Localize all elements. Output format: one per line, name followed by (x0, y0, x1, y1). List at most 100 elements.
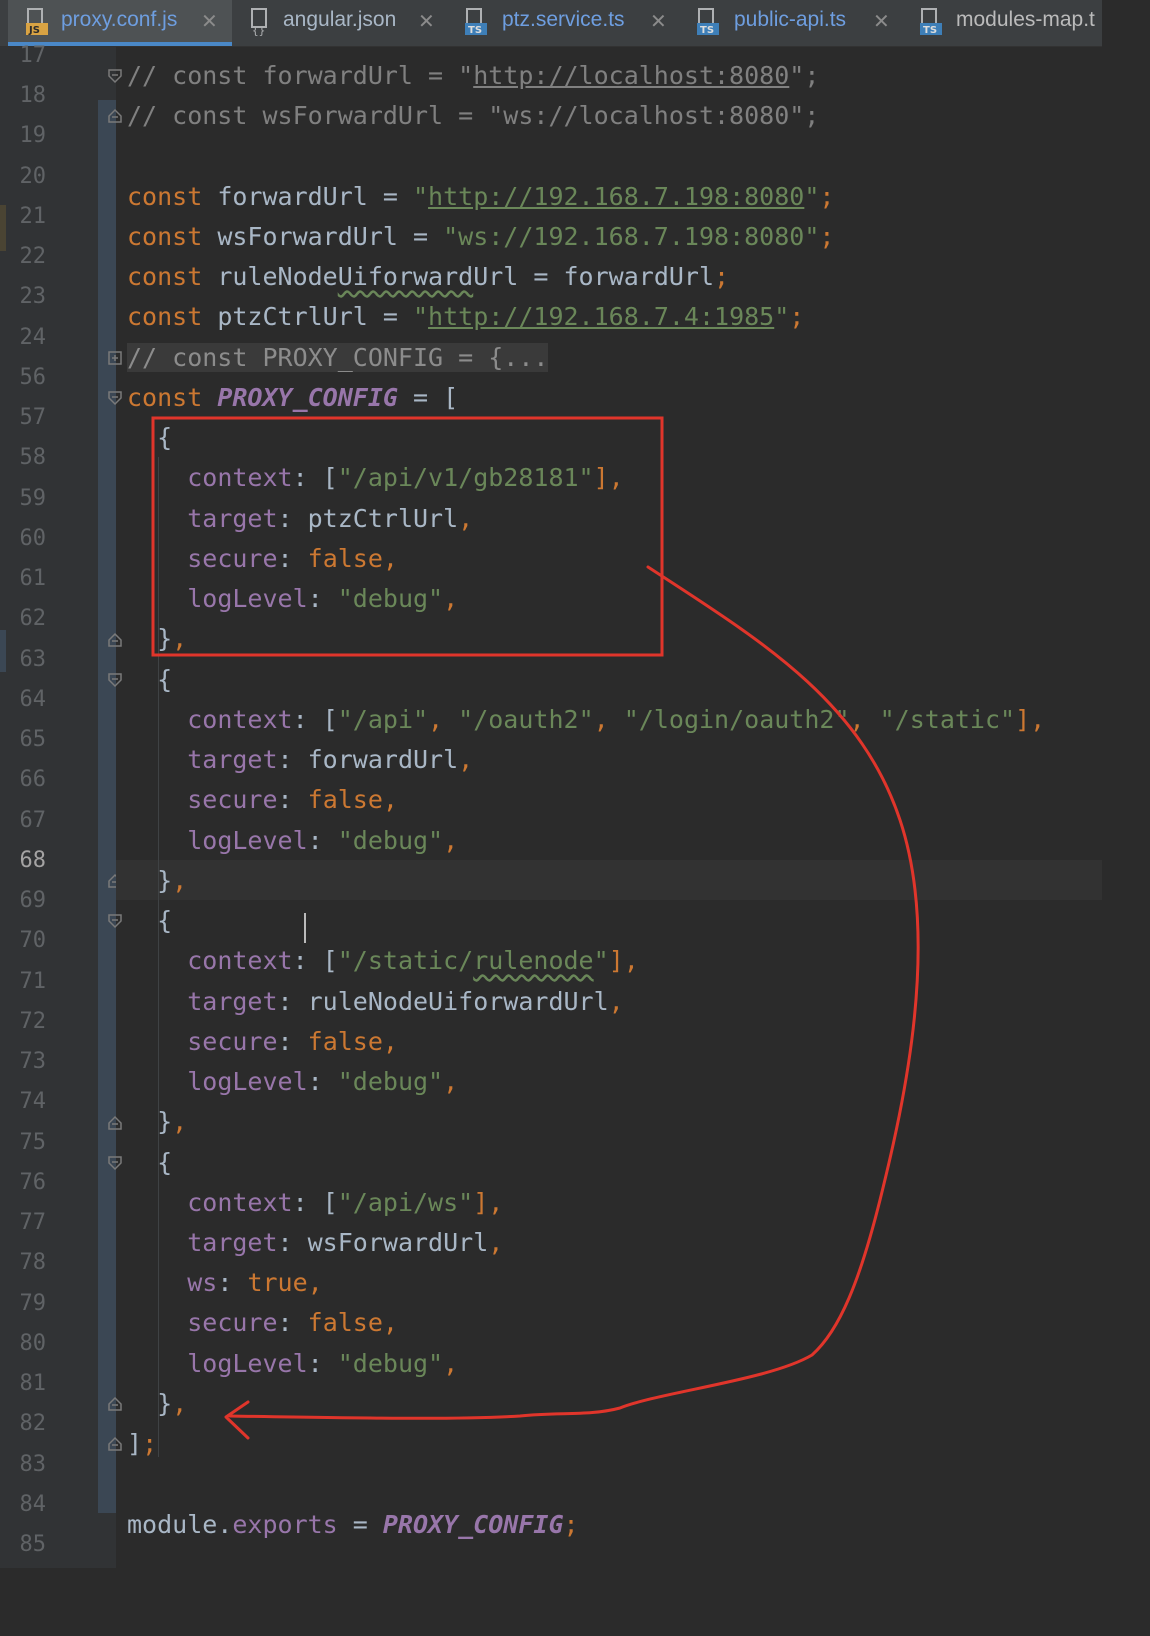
code-line-24[interactable]: // const PROXY_CONFIG = {... (127, 338, 549, 378)
code-line-75[interactable]: { (127, 1143, 172, 1183)
tab-ptz-service-ts[interactable]: TS ptz.service.ts ✕ (457, 0, 687, 46)
line-number: 73 (19, 1049, 47, 1074)
code-line-69[interactable]: { (127, 901, 172, 941)
code-line-66[interactable]: secure: false, (127, 780, 398, 820)
code-line-70[interactable]: context: ["/static/rulenode"], (127, 941, 639, 981)
code-line-61[interactable]: logLevel: "debug", (127, 579, 458, 619)
line-number: 22 (19, 244, 47, 269)
line-number: 83 (19, 1452, 47, 1477)
close-icon[interactable]: ✕ (650, 9, 667, 33)
line-number: 65 (19, 727, 47, 752)
close-icon[interactable]: ✕ (418, 9, 435, 33)
vcs-change-marker[interactable] (98, 100, 116, 1513)
text-caret (304, 913, 306, 943)
line-number: 82 (19, 1411, 47, 1436)
line-number: 67 (19, 808, 47, 833)
line-number: 70 (19, 928, 47, 953)
code-line-71[interactable]: target: ruleNodeUiforwardUrl, (127, 982, 624, 1022)
code-line-67[interactable]: logLevel: "debug", (127, 821, 458, 861)
ts-file-icon: TS (697, 8, 719, 36)
svg-text:TS: TS (923, 25, 937, 36)
line-number: 23 (19, 284, 47, 309)
line-number-gutter[interactable]: 17 18 19 20 21 22 23 24 56 57 58 59 60 61 62 63 64 65 66 67… (0, 43, 122, 1568)
code-line-79[interactable]: secure: false, (127, 1303, 398, 1343)
line-number: 75 (19, 1130, 47, 1155)
code-line-84[interactable]: module.exports = PROXY_CONFIG; (127, 1505, 579, 1545)
code-line-17[interactable]: // const forwardUrl = "http://localhost:… (127, 56, 819, 96)
line-number: 69 (19, 888, 47, 913)
svg-text:JS: JS (28, 25, 40, 36)
line-number: 79 (19, 1291, 47, 1316)
line-number: 21 (19, 204, 47, 229)
code-line-72[interactable]: secure: false, (127, 1022, 398, 1062)
tab-label: ptz.service.ts (502, 8, 625, 31)
svg-text:{}: {} (252, 24, 265, 37)
code-line-58[interactable]: context: ["/api/v1/gb28181"], (127, 458, 624, 498)
code-line-62[interactable]: }, (127, 619, 187, 659)
close-icon[interactable]: ✕ (201, 9, 218, 33)
code-line-82[interactable]: ]; (127, 1424, 157, 1464)
line-number: 66 (19, 767, 47, 792)
editor-tab-bar: JS proxy.conf.js ✕ {} angular.json ✕ TS … (0, 0, 1102, 47)
code-line-59[interactable]: target: ptzCtrlUrl, (127, 499, 473, 539)
code-line-68[interactable]: }, (127, 861, 187, 901)
line-number: 19 (19, 123, 47, 148)
line-number: 77 (19, 1210, 47, 1235)
code-line-73[interactable]: logLevel: "debug", (127, 1062, 458, 1102)
line-number: 85 (19, 1532, 47, 1557)
code-line-21[interactable]: const wsForwardUrl = "ws://192.168.7.198… (127, 217, 834, 257)
code-line-20[interactable]: const forwardUrl = "http://192.168.7.198… (127, 177, 834, 217)
code-line-64[interactable]: context: ["/api", "/oauth2", "/login/oau… (127, 700, 1045, 740)
tab-label: modules-map.t (956, 8, 1095, 31)
line-number: 68 (19, 848, 47, 873)
code-line-81[interactable]: }, (127, 1384, 187, 1424)
line-number: 60 (19, 526, 47, 551)
line-number: 78 (19, 1250, 47, 1275)
ts-file-icon: TS (465, 8, 487, 36)
line-number: 57 (19, 405, 47, 430)
line-number: 71 (19, 969, 47, 994)
line-number: 81 (19, 1371, 47, 1396)
code-line-60[interactable]: secure: false, (127, 539, 398, 579)
svg-text:TS: TS (468, 25, 482, 36)
line-number: 62 (19, 606, 47, 631)
code-editor[interactable]: // const forwardUrl = "http://localhost:… (116, 47, 1102, 1568)
line-number: 72 (19, 1009, 47, 1034)
current-line-highlight (116, 860, 1102, 900)
tab-label: public-api.ts (734, 8, 847, 31)
code-line-80[interactable]: logLevel: "debug", (127, 1344, 458, 1384)
line-number: 20 (19, 164, 47, 189)
line-number: 17 (19, 43, 47, 68)
code-line-18[interactable]: // const wsForwardUrl = "ws://localhost:… (127, 96, 819, 136)
code-line-22[interactable]: const ruleNodeUiforwardUrl = forwardUrl; (127, 257, 729, 297)
code-line-78[interactable]: ws: true, (127, 1263, 323, 1303)
tab-public-api-ts[interactable]: TS public-api.ts ✕ (687, 0, 912, 46)
code-line-76[interactable]: context: ["/api/ws"], (127, 1183, 503, 1223)
line-number: 59 (19, 486, 47, 511)
line-number: 61 (19, 566, 47, 591)
code-line-56[interactable]: const PROXY_CONFIG = [ (127, 378, 458, 418)
line-number: 74 (19, 1089, 47, 1114)
code-line-23[interactable]: const ptzCtrlUrl = "http://192.168.7.4:1… (127, 297, 804, 337)
folded-region: // const PROXY_CONFIG = {... (127, 343, 549, 372)
close-icon[interactable]: ✕ (873, 9, 890, 33)
tab-modules-map-ts[interactable]: TS modules-map.t (912, 0, 1102, 46)
code-line-63[interactable]: { (127, 660, 172, 700)
line-number: 18 (19, 83, 47, 108)
tab-angular-json[interactable]: {} angular.json ✕ (232, 0, 457, 46)
line-number: 56 (19, 365, 47, 390)
code-line-77[interactable]: target: wsForwardUrl, (127, 1223, 503, 1263)
js-file-icon: JS (26, 8, 48, 36)
line-number: 76 (19, 1170, 47, 1195)
line-number: 24 (19, 325, 47, 350)
code-line-57[interactable]: { (127, 418, 172, 458)
json-file-icon: {} (251, 8, 267, 37)
ts-file-icon: TS (920, 8, 942, 36)
line-number: 84 (19, 1492, 47, 1517)
code-line-74[interactable]: }, (127, 1102, 187, 1142)
code-line-65[interactable]: target: forwardUrl, (127, 740, 473, 780)
line-number: 58 (19, 445, 47, 470)
tab-label: proxy.conf.js (61, 8, 178, 31)
svg-text:TS: TS (700, 25, 714, 36)
line-number: 64 (19, 687, 47, 712)
